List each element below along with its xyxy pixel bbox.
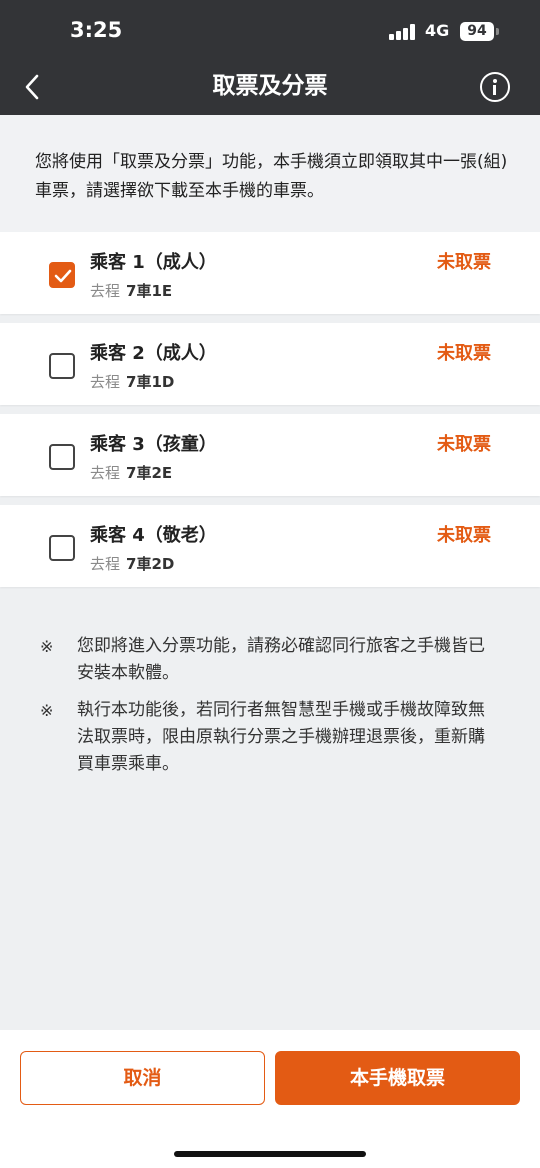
note-item: ※ 執行本功能後，若同行者無智慧型手機或手機故障致無法取票時，限由原執行分票之手… bbox=[0, 697, 540, 778]
page-title: 取票及分票 bbox=[212, 73, 328, 99]
intro-text: 您將使用「取票及分票」功能，本手機須立即領取其中一張(組)車票，請選擇欲下載至本… bbox=[35, 152, 508, 201]
ticket-status: 未取票 bbox=[437, 343, 491, 364]
ticket-status: 未取票 bbox=[437, 252, 491, 273]
trip-direction: 去程 bbox=[90, 464, 121, 482]
trip-direction: 去程 bbox=[90, 555, 121, 573]
note-mark: ※ bbox=[40, 637, 54, 656]
passenger-name: 乘客 3（孩童） bbox=[90, 434, 217, 455]
cellular-signal-icon bbox=[389, 24, 417, 40]
passenger-seat-info: 去程 7車2D bbox=[90, 553, 174, 574]
info-icon bbox=[492, 78, 497, 83]
cancel-button[interactable]: 取消 bbox=[20, 1051, 265, 1105]
passenger-seat-info: 去程 7車2E bbox=[90, 462, 172, 483]
action-footer: 取消 本手機取票 bbox=[0, 1030, 540, 1168]
passenger-checkbox-3[interactable] bbox=[49, 444, 75, 470]
battery-tip bbox=[496, 28, 499, 35]
status-time: 3:25 bbox=[70, 18, 123, 42]
note-mark: ※ bbox=[40, 701, 54, 720]
trip-direction: 去程 bbox=[90, 373, 121, 391]
take-ticket-button[interactable]: 本手機取票 bbox=[275, 1051, 520, 1105]
note-item: ※ 您即將進入分票功能，請務必確認同行旅客之手機皆已安裝本軟體。 bbox=[0, 633, 540, 687]
passenger-checkbox-4[interactable] bbox=[49, 535, 75, 561]
network-type: 4G bbox=[425, 21, 450, 40]
trip-direction: 去程 bbox=[90, 282, 121, 300]
note-text: 執行本功能後，若同行者無智慧型手機或手機故障致無法取票時，限由原執行分票之手機辦… bbox=[77, 700, 485, 774]
passenger-row-3[interactable]: 乘客 3（孩童） 去程 7車2E 未取票 bbox=[0, 414, 540, 496]
passenger-seat-info: 去程 7車1E bbox=[90, 280, 172, 301]
seat-number: 7車2D bbox=[126, 555, 175, 573]
app-header: 3:25 4G 94 取票及分票 bbox=[0, 0, 540, 115]
info-icon-stem bbox=[493, 85, 496, 95]
passenger-checkbox-1[interactable] bbox=[49, 262, 75, 288]
note-text: 您即將進入分票功能，請務必確認同行旅客之手機皆已安裝本軟體。 bbox=[77, 636, 485, 683]
seat-number: 7車1E bbox=[126, 282, 173, 300]
passenger-name: 乘客 2（成人） bbox=[90, 343, 217, 364]
passenger-row-4[interactable]: 乘客 4（敬老） 去程 7車2D 未取票 bbox=[0, 505, 540, 587]
ticket-status: 未取票 bbox=[437, 525, 491, 546]
ticket-status: 未取票 bbox=[437, 434, 491, 455]
passenger-row-2[interactable]: 乘客 2（成人） 去程 7車1D 未取票 bbox=[0, 323, 540, 405]
passenger-checkbox-2[interactable] bbox=[49, 353, 75, 379]
info-button[interactable] bbox=[480, 72, 510, 102]
passenger-row-1[interactable]: 乘客 1（成人） 去程 7車1E 未取票 bbox=[0, 232, 540, 314]
passenger-name: 乘客 1（成人） bbox=[90, 252, 217, 273]
intro-section: 您將使用「取票及分票」功能，本手機須立即領取其中一張(組)車票，請選擇欲下載至本… bbox=[0, 115, 540, 232]
battery-icon: 94 bbox=[460, 22, 494, 41]
notes-section: ※ 您即將進入分票功能，請務必確認同行旅客之手機皆已安裝本軟體。 ※ 執行本功能… bbox=[0, 633, 540, 788]
seat-number: 7車2E bbox=[126, 464, 173, 482]
home-indicator[interactable] bbox=[174, 1151, 366, 1157]
seat-number: 7車1D bbox=[126, 373, 175, 391]
passenger-seat-info: 去程 7車1D bbox=[90, 371, 174, 392]
passenger-name: 乘客 4（敬老） bbox=[90, 525, 217, 546]
checkmark-icon bbox=[54, 269, 72, 283]
